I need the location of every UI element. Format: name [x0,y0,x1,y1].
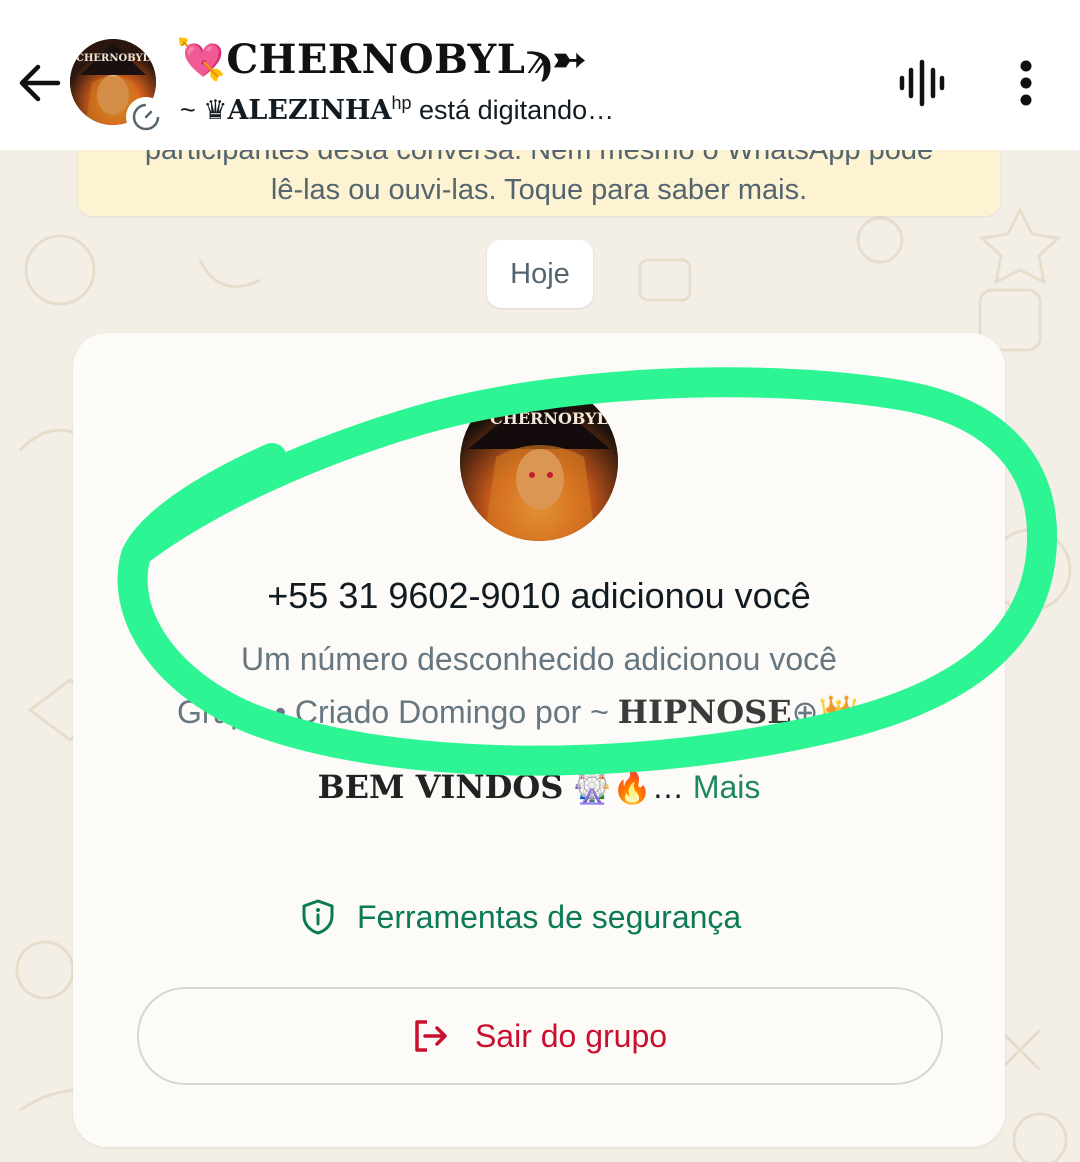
back-arrow-icon [19,64,61,102]
title-tail: ϡ➳ [525,36,587,83]
typing-user-suffix: hp [391,93,412,113]
safety-tools-label: Ferramentas de segurança [357,898,742,935]
typing-status: está digitando… [419,95,615,125]
unknown-number-text: Um número desconhecido adicionou você [241,641,837,677]
voice-wave-icon [899,59,945,107]
subtitle-prefix: ~ ♛ [180,95,228,125]
title-heart: 💘 [176,37,227,83]
description-text: BEM VINDOS [317,768,564,806]
shield-icon [302,899,334,935]
group-title[interactable]: 💘CHERNOBYLϡ➳ [176,36,587,83]
card-avatar-text: CHERNOBYL [490,409,608,428]
voice-chat-button[interactable] [896,58,948,108]
typing-user-name: ALEZINHA [227,95,392,126]
timer-icon [132,103,160,131]
group-description: BEM VINDOS 🎡🔥… Mais [73,768,1005,806]
exit-group-button[interactable]: Sair do grupo [137,987,943,1085]
creator-emoji: ⊕👑 [791,694,859,730]
description-emoji: 🎡🔥 [572,769,652,805]
chat-header: CHERNOBYL 💘CHERNOBYLϡ➳ ~ ♛ALEZINHAhp est… [0,0,1080,150]
group-name: CHERNOBYL [226,36,526,83]
group-profile-photo[interactable]: CHERNOBYL [460,383,618,541]
more-vertical-icon [1020,60,1032,106]
encryption-line-2: lê-las ou ouvi-las. Toque para saber mai… [270,174,808,206]
typing-status-line: ~ ♛ALEZINHAhp está digitando… [180,93,614,126]
group-meta: Grupo • Criado Domingo por ~ HIPNOSE⊕👑 [177,693,858,731]
creator-name[interactable]: HIPNOSE [618,693,792,731]
group-added-card: CHERNOBYL +55 31 9602-9010 adicionou voc… [73,333,1005,1147]
date-chip: Hoje [487,240,593,308]
back-button[interactable] [14,55,70,111]
more-link[interactable]: Mais [693,769,761,805]
disappearing-timer-badge [126,97,166,137]
added-by-text: +55 31 9602-9010 adicionou você [267,575,811,616]
description-ellipsis: … [651,769,684,805]
exit-icon [415,1020,447,1052]
exit-group-label: Sair do grupo [474,1017,668,1054]
avatar-text: CHERNOBYL [76,53,150,64]
safety-tools-link[interactable]: Ferramentas de segurança [301,898,741,936]
group-meta-prefix: Grupo • Criado Domingo por ~ [177,694,609,730]
more-options-button[interactable] [1006,58,1046,108]
